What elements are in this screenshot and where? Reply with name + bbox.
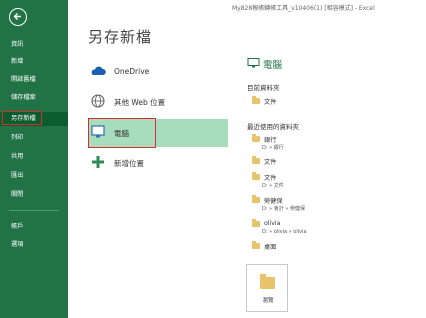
folder-path: D: » olivia » olivia	[262, 229, 307, 235]
browse-button[interactable]: 瀏覽	[246, 264, 288, 312]
computer-icon	[247, 58, 260, 68]
recent-folders-heading: 最近使用的資料夾	[247, 123, 299, 131]
folder-path: D: » 銀行	[262, 145, 284, 151]
nav-account[interactable]: 帳戶	[0, 220, 68, 234]
folder-name: 文件	[264, 159, 277, 166]
folder-icon	[252, 134, 260, 142]
sidebar-divider	[9, 210, 59, 211]
folder-name: 銀行	[264, 137, 277, 144]
globe-icon	[91, 94, 105, 108]
nav-options[interactable]: 選項	[0, 238, 68, 252]
cloud-icon	[91, 66, 106, 75]
nav-open[interactable]: 開啟舊檔	[0, 73, 68, 87]
place-web[interactable]: 其他 Web 位置	[88, 88, 228, 116]
browse-label: 瀏覽	[262, 298, 274, 304]
folder-icon	[252, 195, 260, 203]
computer-icon	[91, 125, 105, 138]
folder-name: olivia	[264, 220, 281, 227]
folder-name: 桌面	[264, 244, 277, 251]
backstage-sidebar: 資訊 新增 開啟舊檔 儲存檔案 另存新檔 列印 共用 匯出 關閉 帳戶 選項	[0, 0, 68, 318]
folder-name: 勞健保	[264, 198, 283, 205]
nav-export[interactable]: 匯出	[0, 169, 68, 183]
place-computer[interactable]: 電腦	[88, 118, 228, 148]
nav-new[interactable]: 新增	[0, 55, 68, 69]
nav-print[interactable]: 列印	[0, 131, 68, 145]
folder-icon	[252, 219, 260, 227]
folder-icon	[252, 241, 260, 249]
place-label: 其他 Web 位置	[114, 98, 166, 107]
nav-info[interactable]: 資訊	[0, 38, 68, 52]
current-folder-heading: 目前資料夾	[247, 84, 280, 92]
back-arrow-icon[interactable]	[9, 8, 27, 26]
plus-icon	[92, 156, 104, 168]
nav-save[interactable]: 儲存檔案	[0, 91, 68, 105]
window-title: My828報帳轉帳工具_v10406(1) [相容模式] - Excel	[232, 5, 375, 12]
folder-icon	[252, 96, 260, 104]
nav-share[interactable]: 共用	[0, 150, 68, 164]
place-label: 新增位置	[114, 159, 144, 168]
folder-path: D: » 會計 » 勞健保	[262, 206, 306, 212]
folder-name: 文件	[264, 175, 277, 182]
nav-save-as[interactable]: 另存新檔	[0, 111, 68, 126]
folder-icon	[260, 274, 275, 289]
folder-icon	[252, 156, 260, 164]
place-add[interactable]: 新增位置	[88, 149, 228, 177]
folder-path: D: » 文件	[262, 183, 284, 189]
place-label: OneDrive	[114, 67, 150, 76]
nav-close[interactable]: 關閉	[0, 188, 68, 202]
page-title: 另存新檔	[88, 28, 153, 46]
folder-name: 文件	[264, 99, 277, 106]
folder-icon	[252, 172, 260, 180]
right-title-label: 電腦	[263, 60, 283, 71]
place-onedrive[interactable]: OneDrive	[88, 58, 228, 86]
place-label: 電腦	[114, 129, 129, 138]
